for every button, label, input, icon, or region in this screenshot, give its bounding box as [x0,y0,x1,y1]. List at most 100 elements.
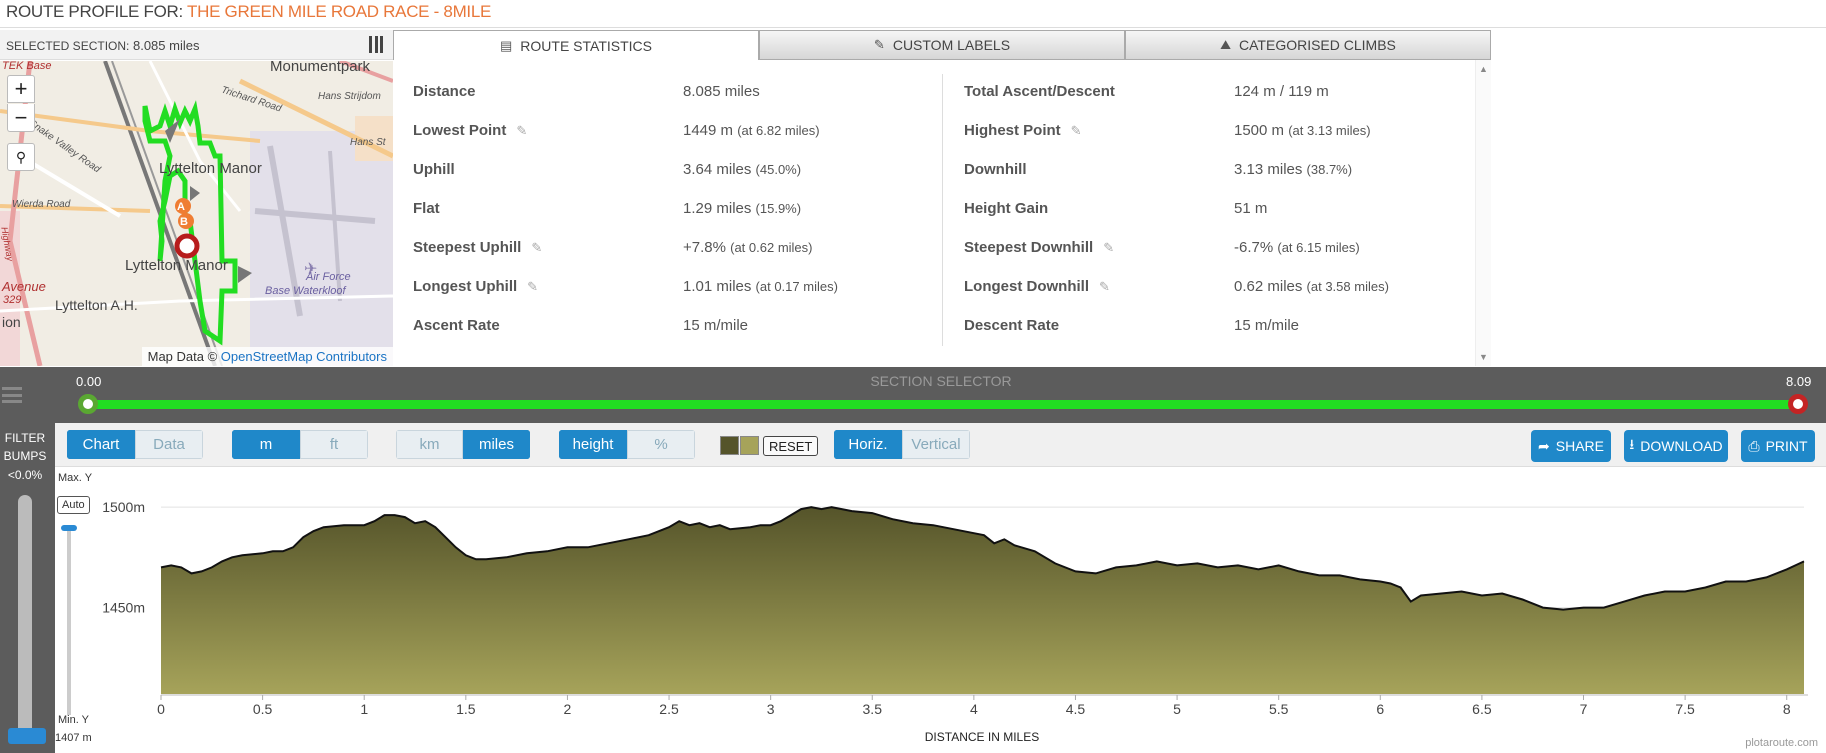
reset-button[interactable]: RESET [763,436,819,456]
km-button[interactable]: km [396,430,463,459]
section-selector: SECTION SELECTOR 0.00 8.09 [0,367,1826,423]
chart-button[interactable]: Chart [67,430,135,459]
tab-custom-labels[interactable]: ✎ CUSTOM LABELS [759,30,1125,60]
y-tick-label: 1500m [102,499,145,515]
x-tick-label: 7 [1580,701,1588,717]
map-label-hans-strijdom: Hans Strijdom [318,91,381,102]
stat-label-text: Height Gain [964,200,1049,217]
stat-row: Total Ascent/Descent 124 m / 119 m [964,72,1494,111]
stat-label: Steepest Downhill ✎ [964,239,1234,256]
stat-label-text: Ascent Rate [413,317,500,334]
print-button[interactable]: ⎙ PRINT [1741,430,1815,462]
stat-value: -6.7% (at 6.15 miles) [1234,239,1360,256]
selected-section-value: 8.085 miles [132,38,200,53]
download-icon: ⭳ [1629,436,1635,452]
stat-value-text: 15 m/mile [683,317,749,334]
selector-end-handle[interactable] [1788,394,1808,414]
filter-bumps-label: FILTER BUMPS [0,429,50,465]
vertical-button[interactable]: Vertical [902,430,970,459]
x-tick-label: 7.5 [1675,701,1695,717]
scroll-up-icon[interactable]: ▲ [1479,64,1488,74]
stat-label-text: Steepest Downhill [964,239,1094,256]
selector-track[interactable] [88,400,1798,409]
pencil-icon[interactable]: ✎ [1099,279,1110,295]
x-tick-label: 3.5 [863,701,883,717]
osm-link[interactable]: OpenStreetMap Contributors [221,349,387,364]
stats-divider [942,74,943,346]
stat-value: 15 m/mile [1234,317,1299,334]
stat-value-text: 3.13 miles [1234,161,1303,178]
pencil-icon[interactable]: ✎ [531,240,542,256]
elevation-chart[interactable]: 1500m 1450m 0 0.5 1 1.5 2 2.5 3 3.5 4 4.5 5 5.5 6 6.5 7 7… [55,467,1826,753]
stat-value: 1500 m (at 3.13 miles) [1234,122,1371,139]
route-name: THE GREEN MILE ROAD RACE - 8MILE [187,2,492,21]
pencil-icon[interactable]: ✎ [1103,240,1114,256]
finish-marker[interactable] [174,233,200,259]
feet-button[interactable]: ft [300,430,368,459]
selector-start-handle[interactable] [78,394,98,414]
stats-scrollbar[interactable]: ▲ ▼ [1475,60,1491,366]
tab-label: ROUTE STATISTICS [520,37,652,54]
page-title: ROUTE PROFILE FOR: THE GREEN MILE ROAD R… [0,0,1826,28]
stat-label: Descent Rate [964,317,1234,334]
pencil-icon[interactable]: ✎ [527,279,538,295]
stat-value: 15 m/mile [683,317,748,334]
map-label-hans-st: Hans St [350,137,386,148]
route-map[interactable]: ✈ A B Monumentpark Lyttelton Manor Lytte… [0,61,393,366]
x-tick-label: 6 [1376,701,1384,717]
stat-label-text: Longest Uphill [413,278,518,295]
swatch-light[interactable] [740,436,759,455]
zoom-in-button[interactable]: + [7,75,35,103]
stat-row: Distance 8.085 miles [413,72,943,111]
stat-value-detail: (at 0.17 miles) [755,279,838,294]
data-button[interactable]: Data [135,430,203,459]
stat-row: Ascent Rate 15 m/mile [413,306,943,345]
x-tick-label: 4.5 [1066,701,1086,717]
stat-value-text: 8.085 miles [683,83,760,100]
stat-row: Descent Rate 15 m/mile [964,306,1494,345]
tab-categorised-climbs[interactable]: ⛰ CATEGORISED CLIMBS [1125,30,1491,60]
map-canvas: ✈ [0,61,393,366]
map-label-lyttelton-ah: Lyttelton A.H. [55,297,138,313]
selected-section-label: SELECTED SECTION: [6,39,130,53]
download-button[interactable]: ⭳ DOWNLOAD [1624,430,1728,462]
stat-value: 0.62 miles (at 3.58 miles) [1234,278,1389,295]
locate-icon[interactable]: ⚲ [7,143,35,171]
selected-section-header: SELECTED SECTION: 8.085 miles [0,30,393,60]
selector-start-value: 0.00 [76,374,102,389]
miles-button[interactable]: miles [463,430,530,459]
horizontal-button[interactable]: Horiz. [834,430,902,459]
stat-label: Height Gain [964,200,1234,217]
stat-value-text: 0.62 miles [1234,278,1303,295]
stat-row: Steepest Uphill ✎ +7.8% (at 0.62 miles) [413,228,943,267]
filter-slider-track[interactable] [18,495,32,743]
menu-icon[interactable] [2,387,22,403]
stats-tabs: ▤ ROUTE STATISTICS ✎ CUSTOM LABELS ⛰ CAT… [393,30,1491,60]
attribution-prefix: Map Data © [147,349,218,364]
tab-route-statistics[interactable]: ▤ ROUTE STATISTICS [393,30,759,60]
view-toggle: Chart Data [67,430,203,459]
stat-value: 8.085 miles [683,83,760,100]
map-attribution: Map Data © OpenStreetMap Contributors [141,347,393,366]
zoom-out-button[interactable]: − [7,104,35,132]
swatch-dark[interactable] [720,436,739,455]
stat-value-text: 1.01 miles [683,278,752,295]
scroll-down-icon[interactable]: ▼ [1479,352,1488,362]
height-button[interactable]: height [559,430,627,459]
filter-slider-handle[interactable] [8,728,46,744]
percent-button[interactable]: % [627,430,695,459]
marker-b-label: B [180,216,188,228]
filter-bumps-panel: FILTER BUMPS <0.0% [0,423,55,753]
stat-row: Highest Point ✎ 1500 m (at 3.13 miles) [964,111,1494,150]
color-swatch[interactable] [720,436,759,455]
share-button[interactable]: ➦ SHARE [1531,430,1611,462]
pencil-icon[interactable]: ✎ [1071,123,1082,139]
pencil-icon[interactable]: ✎ [516,123,527,139]
x-tick-label: 5 [1173,701,1181,717]
columns-icon[interactable] [369,36,383,53]
map-label-r329: 329 [3,294,22,306]
metres-button[interactable]: m [232,430,300,459]
title-prefix: ROUTE PROFILE FOR: [6,2,183,21]
stat-value-text: 1500 m [1234,122,1285,139]
stat-label-text: Uphill [413,161,455,178]
